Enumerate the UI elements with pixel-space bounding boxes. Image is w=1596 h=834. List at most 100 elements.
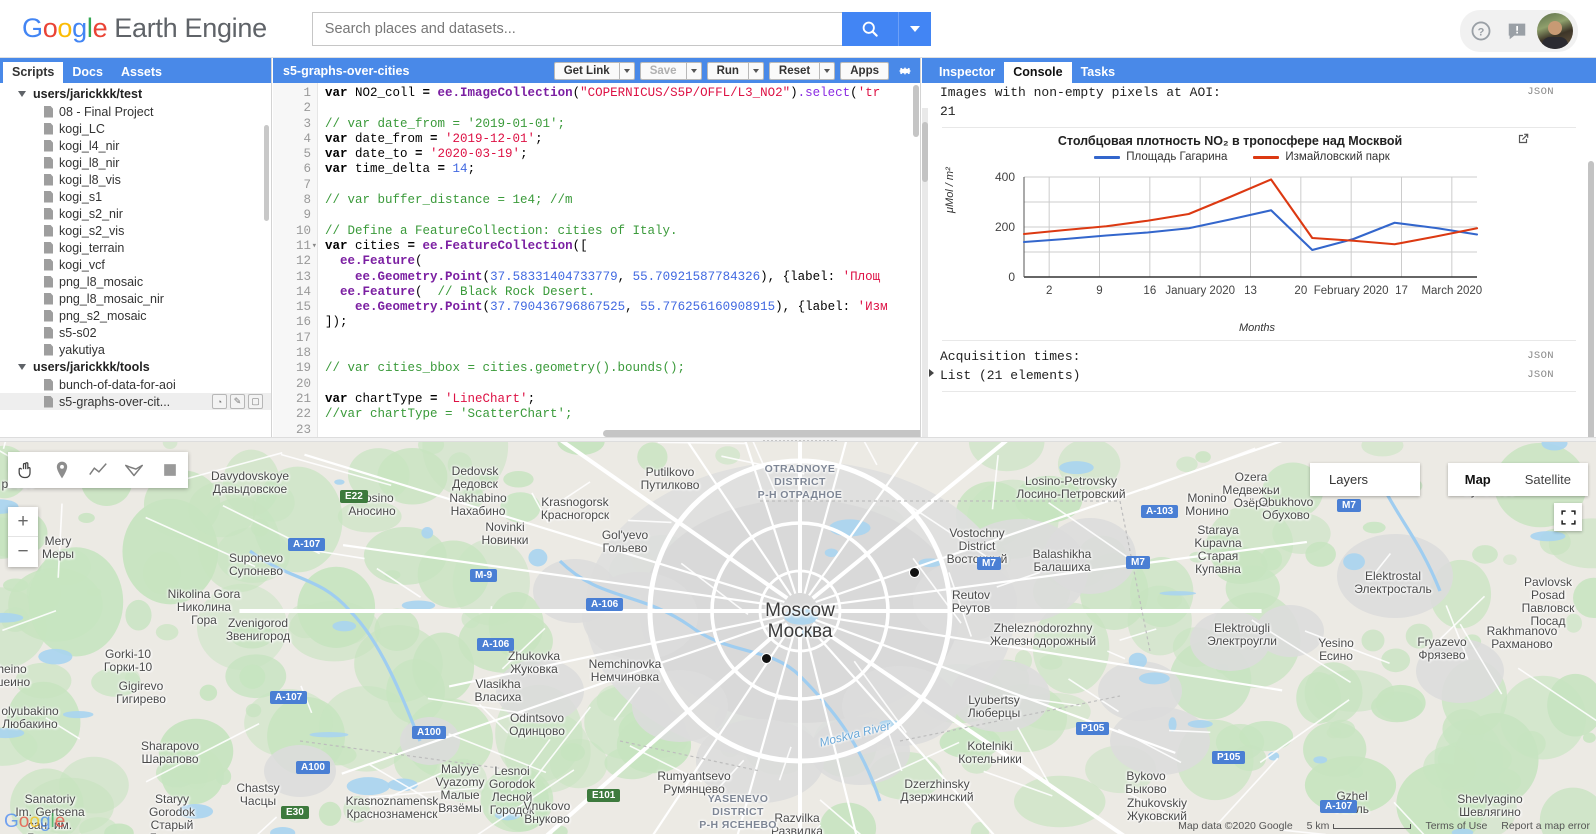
console-scrollbar[interactable]: [1588, 161, 1594, 440]
tree-item[interactable]: kogi_s1: [0, 188, 271, 205]
user-avatar[interactable]: [1537, 13, 1573, 49]
report-map-error-link[interactable]: Report a map error: [1501, 820, 1590, 832]
history-icon[interactable]: ◔: [212, 394, 227, 409]
get-link-dropdown[interactable]: [618, 61, 635, 80]
code-token: 55.776256160908915: [640, 300, 776, 315]
code-text-area[interactable]: var NO2_coll = ee.ImageCollection("COPER…: [319, 83, 920, 440]
tab-assets[interactable]: Assets: [112, 62, 171, 83]
map-fullscreen-button[interactable]: [1554, 503, 1582, 531]
zoom-in-button[interactable]: +: [8, 507, 38, 537]
tab-scripts[interactable]: Scripts: [3, 62, 64, 83]
tree-item[interactable]: 08 - Final Project: [0, 103, 271, 120]
tree-item[interactable]: bunch-of-data-for-aoi: [0, 376, 271, 393]
line-number: 4: [303, 131, 311, 146]
chart-legend: Площадь Гагарина Измайловский парк: [932, 151, 1552, 163]
chevron-down-icon: [752, 68, 759, 73]
tree-item[interactable]: png_l8_mosaic: [0, 273, 271, 290]
feedback-button[interactable]: [1501, 15, 1533, 47]
script-tree-scrollbar[interactable]: [264, 125, 269, 221]
map-resize-grip[interactable]: [0, 437, 1596, 443]
code-token: ), {label:: [760, 269, 843, 284]
json-link[interactable]: JSON: [1527, 86, 1554, 98]
map-scale-label: 5 km: [1306, 820, 1330, 832]
tree-item[interactable]: kogi_l8_nir: [0, 154, 271, 171]
expand-arrow-icon[interactable]: [929, 369, 934, 377]
tree-item[interactable]: yakutiya: [0, 341, 271, 358]
marker-tool[interactable]: [44, 452, 80, 488]
script-tree[interactable]: users/jarickkk/test 08 - Final Project kog…: [0, 83, 271, 440]
tab-tasks[interactable]: Tasks: [1072, 62, 1125, 83]
pan-hand-tool[interactable]: [8, 452, 44, 488]
code-vertical-scrollbar[interactable]: [913, 85, 919, 137]
marker-icon: [56, 461, 68, 479]
map-point-marker[interactable]: [761, 653, 772, 664]
json-link[interactable]: JSON: [1527, 350, 1554, 362]
line-tool[interactable]: [80, 452, 116, 488]
map-drawing-tools: [8, 452, 188, 488]
terms-of-use-link[interactable]: Terms of Use: [1425, 820, 1487, 832]
tree-item[interactable]: kogi_s2_nir: [0, 205, 271, 222]
tree-group[interactable]: users/jarickkk/test: [0, 85, 271, 103]
save-dropdown[interactable]: [685, 61, 702, 80]
tab-docs[interactable]: Docs: [63, 62, 112, 83]
tree-item[interactable]: kogi_LC: [0, 120, 271, 137]
settings-button[interactable]: [894, 61, 916, 81]
tree-item[interactable]: png_s2_mosaic: [0, 307, 271, 324]
map-point-marker[interactable]: [909, 567, 920, 578]
map-layers-button[interactable]: Layers: [1310, 463, 1420, 496]
tree-item[interactable]: kogi_vcf: [0, 256, 271, 273]
tree-item[interactable]: kogi_l8_vis: [0, 171, 271, 188]
code-token: (: [482, 300, 491, 315]
scripts-panel: Scripts Docs Assets users/jarickkk/test 08 …: [0, 58, 272, 440]
road-shield: M7: [1126, 556, 1150, 569]
code-token: '2019-12-01': [445, 131, 536, 146]
tree-item[interactable]: kogi_l4_nir: [0, 137, 271, 154]
tab-inspector[interactable]: Inspector: [930, 62, 1004, 83]
run-dropdown[interactable]: [747, 61, 764, 80]
rectangle-tool[interactable]: [152, 452, 188, 488]
help-button[interactable]: ?: [1465, 15, 1497, 47]
file-icon: [44, 190, 53, 203]
legend-item[interactable]: Измайловский парк: [1253, 151, 1390, 163]
save-button[interactable]: Save: [639, 61, 686, 80]
tab-console[interactable]: Console: [1004, 62, 1072, 83]
tree-group[interactable]: users/jarickkk/tools: [0, 358, 271, 376]
tree-item[interactable]: kogi_s2_vis: [0, 222, 271, 239]
code-token: 'tr: [857, 86, 881, 100]
map-type-map[interactable]: Map: [1448, 463, 1508, 496]
legend-item[interactable]: Площадь Гагарина: [1094, 151, 1227, 163]
console-footer-entries: Acquisition times: JSON List (21 elements)…: [928, 347, 1596, 385]
apps-button[interactable]: Apps: [840, 61, 889, 80]
code-horizontal-scrollbar[interactable]: [603, 430, 920, 437]
tree-item[interactable]: s5-graphs-over-cit... ◔ ✎ ▢: [0, 393, 271, 410]
map-type-satellite[interactable]: Satellite: [1508, 463, 1588, 496]
console-entry-text: Acquisition times:: [940, 349, 1081, 364]
chevron-down-icon: [690, 68, 697, 73]
code-token: =: [407, 238, 423, 253]
search-button[interactable]: [841, 11, 898, 46]
code-editor-toolbar: s5-graphs-over-cities Get Link Save Run …: [273, 58, 920, 83]
tree-item[interactable]: s5-s02: [0, 324, 271, 341]
console-entry: Images with non-empty pixels at AOI: JSON: [928, 83, 1596, 102]
zoom-out-button[interactable]: −: [8, 537, 38, 567]
map-view[interactable]: Davydovskoye Давыдовское Anosino Аносино Ded…: [0, 441, 1596, 834]
rename-icon[interactable]: ✎: [230, 394, 245, 409]
json-link[interactable]: JSON: [1527, 369, 1554, 381]
fold-toggle-icon[interactable]: ▾: [312, 239, 317, 254]
run-button[interactable]: Run: [706, 61, 748, 80]
search-input[interactable]: [311, 11, 842, 46]
popout-icon[interactable]: [1516, 132, 1530, 146]
reset-dropdown[interactable]: [819, 61, 836, 80]
console-left-scrollbar[interactable]: [922, 122, 928, 182]
code-token: (: [415, 254, 423, 269]
polygon-tool[interactable]: [116, 452, 152, 488]
code-token: ): [790, 86, 798, 100]
svg-text:9: 9: [1096, 285, 1102, 297]
tree-item[interactable]: kogi_terrain: [0, 239, 271, 256]
tree-item[interactable]: png_l8_mosaic_nir: [0, 290, 271, 307]
reset-button[interactable]: Reset: [768, 61, 820, 80]
search-dropdown-button[interactable]: [897, 11, 931, 46]
code-editor[interactable]: 1234567891011▾12131415161718192021222324…: [273, 83, 920, 440]
delete-icon[interactable]: ▢: [248, 394, 263, 409]
get-link-button[interactable]: Get Link: [553, 61, 619, 80]
